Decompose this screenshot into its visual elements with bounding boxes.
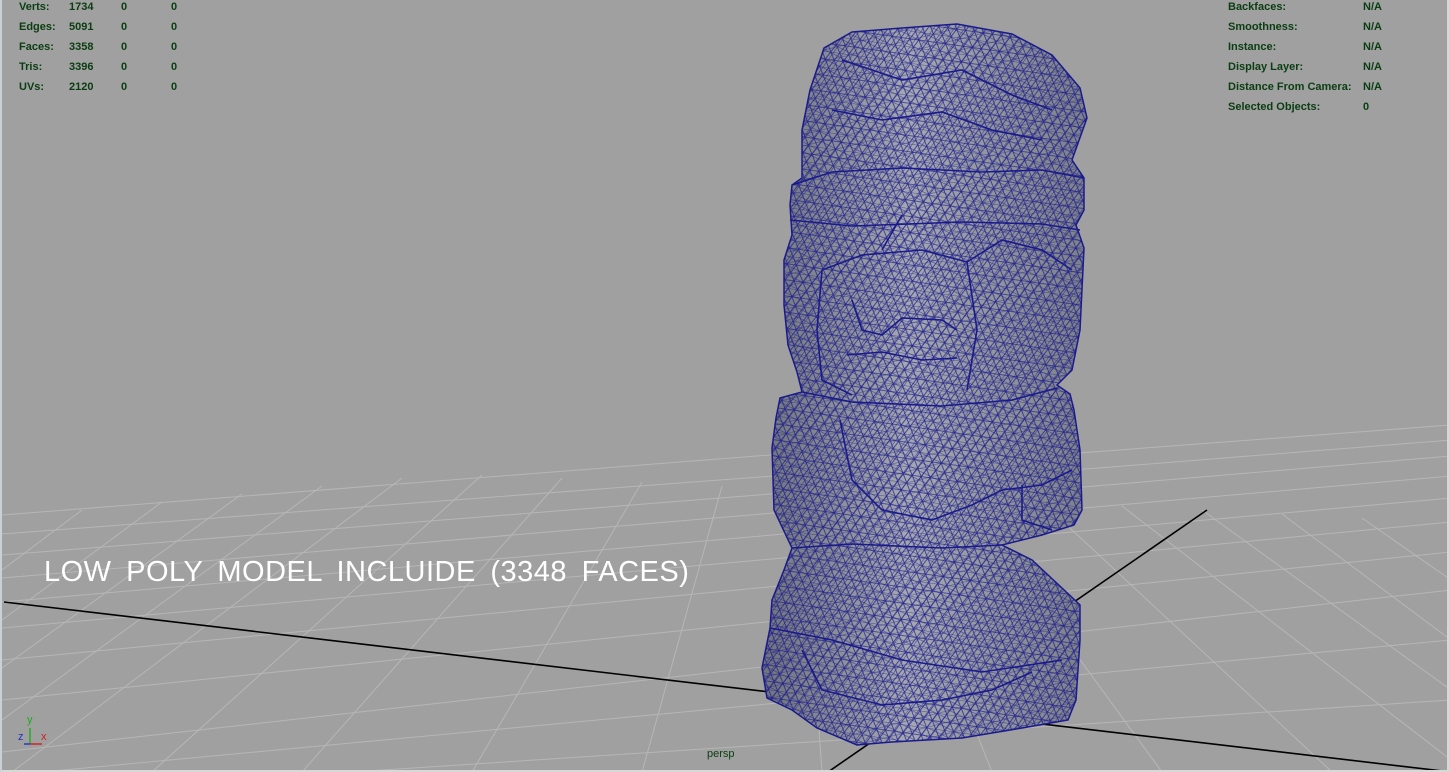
stat-value-selected: 0 — [121, 1, 128, 13]
stat-value-total: 5091 — [69, 21, 94, 33]
stat-label: Faces: — [19, 41, 54, 53]
object-info-row: Smoothness: N/A — [1228, 20, 1382, 40]
info-value: N/A — [1363, 21, 1382, 33]
stat-value-total: 3358 — [69, 41, 94, 53]
axis-label-y: y — [27, 714, 33, 726]
info-value: N/A — [1363, 61, 1382, 73]
stat-value-selected: 0 — [121, 61, 128, 73]
object-info-row: Instance: N/A — [1228, 40, 1382, 60]
ground-grid — [2, 424, 1447, 770]
grid-axis-lines — [3, 509, 1441, 770]
axis-label-x: x — [41, 731, 47, 743]
info-label: Smoothness: — [1228, 21, 1298, 33]
object-info-row: Selected Objects: 0 — [1228, 100, 1382, 120]
stat-label: Tris: — [19, 61, 43, 73]
info-value: N/A — [1363, 41, 1382, 53]
statue-model[interactable] — [761, 23, 1088, 746]
info-value: N/A — [1363, 1, 1382, 13]
stat-label: UVs: — [19, 81, 45, 93]
stat-value-selected: 0 — [121, 21, 128, 33]
stat-value-component: 0 — [171, 81, 178, 93]
overlay-caption: LOW POLY MODEL INCLUIDE (3348 FACES) — [44, 556, 690, 588]
stat-value-selected: 0 — [121, 41, 128, 53]
stat-value-total: 1734 — [69, 1, 94, 13]
poly-count-hud: Verts: 1734 0 0 Edges: 5091 0 0 Faces: 3358 0 0 Tris… — [19, 0, 177, 100]
info-label: Selected Objects: — [1228, 101, 1321, 113]
info-value: N/A — [1363, 81, 1382, 93]
poly-count-row: Edges: 5091 0 0 — [19, 20, 177, 40]
axis-label-z: z — [18, 731, 24, 743]
viewport-persp[interactable]: Verts: 1734 0 0 Edges: 5091 0 0 Faces: 3358 0 0 Tris… — [0, 0, 1449, 772]
poly-count-row: Tris: 3396 0 0 — [19, 60, 177, 80]
stat-value-total: 3396 — [69, 61, 94, 73]
stat-value-component: 0 — [171, 21, 178, 33]
object-info-hud: Backfaces: N/A Smoothness: N/A Instance: N/A D… — [1228, 0, 1382, 120]
stat-value-component: 0 — [171, 1, 178, 13]
stat-value-total: 2120 — [69, 81, 94, 93]
object-info-row: Display Layer: N/A — [1228, 60, 1382, 80]
object-info-row: Backfaces: N/A — [1228, 0, 1382, 20]
view-axis-gizmo: y z x — [16, 714, 56, 750]
stat-value-selected: 0 — [121, 81, 128, 93]
statue-wireframe-b — [762, 24, 1087, 745]
poly-count-row: Verts: 1734 0 0 — [19, 0, 177, 20]
poly-count-row: UVs: 2120 0 0 — [19, 80, 177, 100]
info-label: Display Layer: — [1228, 61, 1304, 73]
info-label: Distance From Camera: — [1228, 81, 1352, 93]
poly-count-row: Faces: 3358 0 0 — [19, 40, 177, 60]
stat-value-component: 0 — [171, 61, 178, 73]
camera-name-label: persp — [707, 748, 735, 760]
stat-label: Verts: — [19, 1, 50, 13]
object-info-row: Distance From Camera: N/A — [1228, 80, 1382, 100]
stat-value-component: 0 — [171, 41, 178, 53]
info-label: Backfaces: — [1228, 1, 1287, 13]
stat-label: Edges: — [19, 21, 56, 33]
info-label: Instance: — [1228, 41, 1277, 53]
info-value: 0 — [1363, 101, 1370, 113]
